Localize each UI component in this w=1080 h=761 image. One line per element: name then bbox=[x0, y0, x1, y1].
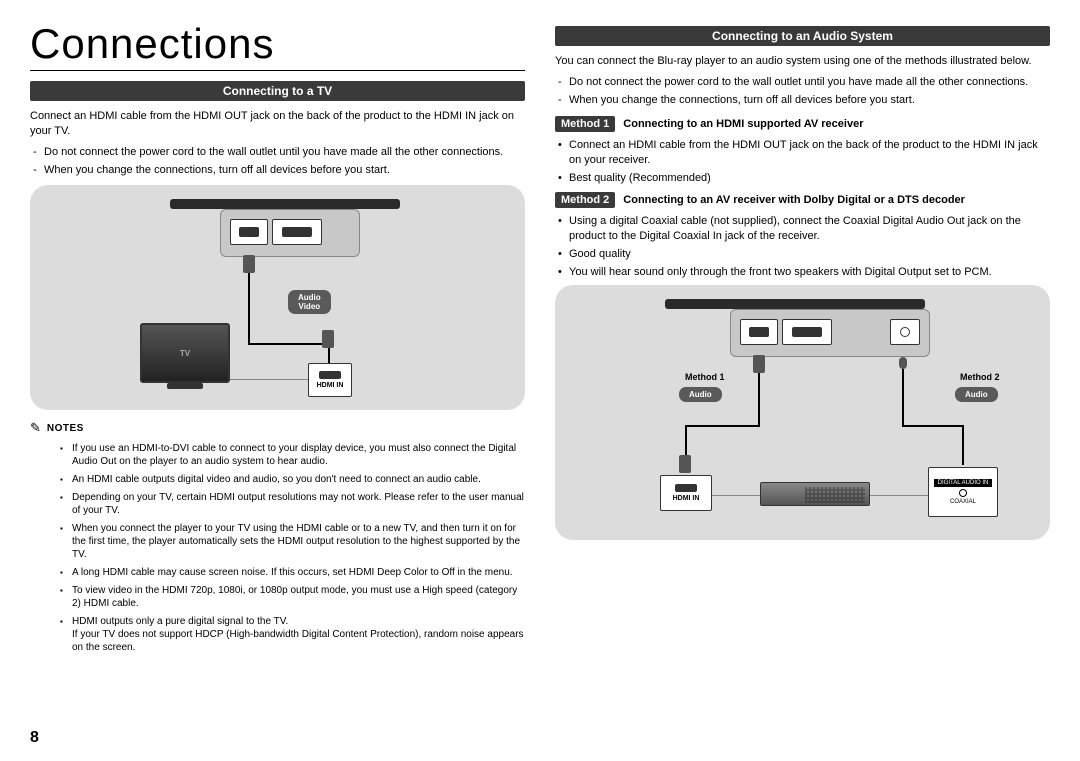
audio-section-header: Connecting to an Audio System bbox=[555, 26, 1050, 46]
coax-plug-icon bbox=[959, 489, 967, 497]
note-item: If you use an HDMI-to-DVI cable to conne… bbox=[30, 442, 525, 468]
method1-bullets: Connect an HDMI cable from the HDMI OUT … bbox=[555, 138, 1050, 186]
m2-cable bbox=[962, 425, 964, 465]
av-receiver-icon bbox=[760, 482, 870, 506]
audio-badge-m2: Audio bbox=[955, 387, 998, 402]
method2-bullet: Good quality bbox=[555, 247, 1050, 262]
audio-dash-list: Do not connect the power cord to the wal… bbox=[555, 75, 1050, 108]
note-item: When you connect the player to your TV u… bbox=[30, 522, 525, 561]
audio-dash-item: When you change the connections, turn of… bbox=[555, 93, 1050, 108]
hdmi-connector-bottom bbox=[679, 455, 691, 473]
method2-bullets: Using a digital Coaxial cable (not suppl… bbox=[555, 214, 1050, 279]
note-item: A long HDMI cable may cause screen noise… bbox=[30, 566, 525, 579]
audio-intro: You can connect the Blu-ray player to an… bbox=[555, 54, 1050, 69]
method1-bullet: Connect an HDMI cable from the HDMI OUT … bbox=[555, 138, 1050, 168]
notes-heading: ✎ NOTES bbox=[30, 420, 525, 436]
method2-diagram-label: Method 2 bbox=[960, 372, 1000, 382]
tv-connection-diagram: Audio Video TV HDMI IN bbox=[30, 185, 525, 410]
method2-row: Method 2 Connecting to an AV receiver wi… bbox=[555, 192, 1050, 209]
hdmi-in-box: HDMI IN bbox=[308, 363, 352, 397]
hdmi-in-box: HDMI IN bbox=[660, 475, 712, 511]
m1-cable bbox=[685, 425, 687, 455]
hdmi-out-port bbox=[230, 219, 268, 245]
method1-title: Connecting to an HDMI supported AV recei… bbox=[623, 116, 863, 133]
method2-bullet: You will hear sound only through the fro… bbox=[555, 265, 1050, 280]
hdmi-slot-icon bbox=[675, 484, 697, 492]
two-column-layout: Connecting to a TV Connect an HDMI cable… bbox=[30, 81, 1050, 659]
method2-bullet: Using a digital Coaxial cable (not suppl… bbox=[555, 214, 1050, 244]
lan-port bbox=[272, 219, 322, 245]
hdmi-out-port bbox=[740, 319, 778, 345]
method2-tag: Method 2 bbox=[555, 192, 615, 208]
m1-cable bbox=[685, 425, 760, 427]
coax-connector-top bbox=[899, 357, 907, 369]
coax-plug-icon bbox=[900, 327, 910, 337]
column-right: Connecting to an Audio System You can co… bbox=[555, 81, 1050, 659]
m2-cable bbox=[902, 425, 962, 427]
lan-port bbox=[782, 319, 832, 345]
method1-diagram-label: Method 1 bbox=[685, 372, 725, 382]
badge-video: Video bbox=[299, 302, 321, 311]
page-title: Connections bbox=[30, 20, 525, 71]
callout-line bbox=[230, 379, 308, 380]
method2-title: Connecting to an AV receiver with Dolby … bbox=[623, 192, 965, 209]
column-left: Connecting to a TV Connect an HDMI cable… bbox=[30, 81, 525, 659]
tv-stand bbox=[167, 383, 203, 389]
hdmi-connector-top bbox=[243, 255, 255, 273]
receiver-grid-icon bbox=[805, 487, 865, 503]
callout-line bbox=[712, 495, 760, 496]
hdmi-slot-icon bbox=[319, 371, 341, 379]
method1-row: Method 1 Connecting to an HDMI supported… bbox=[555, 116, 1050, 133]
m1-cable bbox=[758, 373, 760, 425]
audio-dash-item: Do not connect the power cord to the wal… bbox=[555, 75, 1050, 90]
notes-list: If you use an HDMI-to-DVI cable to conne… bbox=[30, 442, 525, 654]
tv-section-header: Connecting to a TV bbox=[30, 81, 525, 101]
tv-dash-item: Do not connect the power cord to the wal… bbox=[30, 145, 525, 160]
player-body bbox=[665, 299, 925, 309]
tv-dash-item: When you change the connections, turn of… bbox=[30, 163, 525, 178]
audio-video-badge: Audio Video bbox=[288, 290, 331, 314]
note-item: To view video in the HDMI 720p, 1080i, o… bbox=[30, 584, 525, 610]
hdmi-in-label: HDMI IN bbox=[317, 382, 344, 389]
player-body bbox=[170, 199, 400, 209]
callout-line bbox=[870, 495, 928, 496]
page-number: 8 bbox=[30, 729, 39, 747]
coaxial-out-port bbox=[890, 319, 920, 345]
audio-badge-m1: Audio bbox=[679, 387, 722, 402]
port-group bbox=[740, 319, 832, 345]
method1-bullet: Best quality (Recommended) bbox=[555, 171, 1050, 186]
tv-dash-list: Do not connect the power cord to the wal… bbox=[30, 145, 525, 178]
notes-icon: ✎ bbox=[30, 420, 41, 436]
digital-audio-in-label: DIGITAL AUDIO IN bbox=[934, 479, 993, 487]
note-item: HDMI outputs only a pure digital signal … bbox=[30, 615, 525, 654]
notes-label: NOTES bbox=[47, 423, 84, 434]
coaxial-label: COAXIAL bbox=[950, 499, 976, 505]
note-item: An HDMI cable outputs digital video and … bbox=[30, 473, 525, 486]
audio-connection-diagram: Method 1 Method 2 Audio Audio HDMI IN DI… bbox=[555, 285, 1050, 540]
hdmi-connector-bottom bbox=[322, 330, 334, 348]
m2-cable bbox=[902, 369, 904, 425]
tv-intro: Connect an HDMI cable from the HDMI OUT … bbox=[30, 109, 525, 139]
hdmi-in-label: HDMI IN bbox=[673, 495, 700, 502]
tv-icon: TV bbox=[140, 323, 230, 383]
port-group bbox=[230, 219, 322, 245]
note-item: Depending on your TV, certain HDMI outpu… bbox=[30, 491, 525, 517]
hdmi-cable bbox=[248, 273, 250, 343]
digital-audio-in-box: DIGITAL AUDIO IN COAXIAL bbox=[928, 467, 998, 517]
method1-tag: Method 1 bbox=[555, 116, 615, 132]
hdmi-cable bbox=[248, 343, 328, 345]
badge-audio: Audio bbox=[298, 293, 321, 302]
hdmi-connector-top bbox=[753, 355, 765, 373]
